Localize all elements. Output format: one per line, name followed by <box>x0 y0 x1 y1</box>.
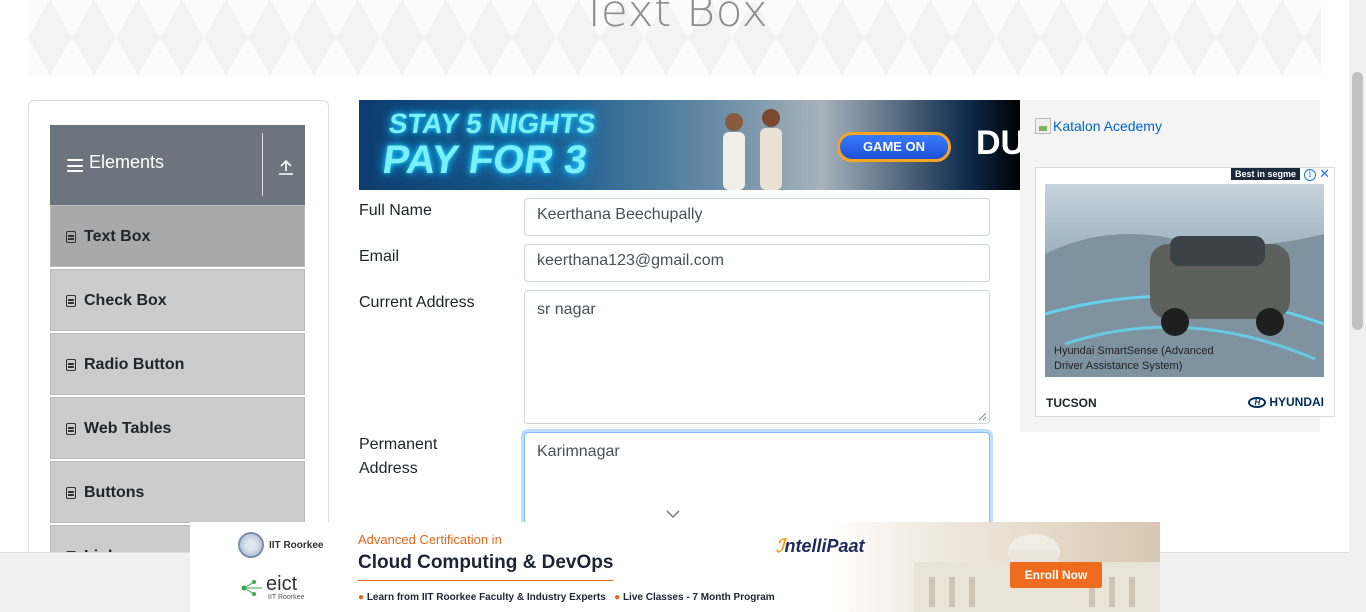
sidebar-item-label: Buttons <box>84 484 145 501</box>
permanent-address-label-line1: Permanent <box>359 436 438 453</box>
list-icon <box>66 487 76 499</box>
page: Text Box Elements Text Box Check Box Rad… <box>0 0 1366 612</box>
katalon-link-text: Katalon Acedemy <box>1053 118 1162 134</box>
full-name-input[interactable]: Keerthana Beechupally <box>524 198 990 236</box>
iit-seal-icon <box>238 532 264 558</box>
sidebar-item-buttons[interactable]: Buttons <box>50 461 305 523</box>
hyundai-logo-icon: H <box>1248 396 1267 408</box>
hamburger-icon <box>67 159 83 172</box>
game-on-button[interactable]: GAME ON <box>837 132 951 162</box>
sidebar-item-web-tables[interactable]: Web Tables <box>50 397 305 459</box>
permanent-address-label: Permanent Address <box>359 433 437 481</box>
bullet-dot-icon: ● <box>614 592 621 603</box>
bullet-dot-icon: ● <box>358 592 365 603</box>
current-address-label: Current Address <box>359 294 475 311</box>
org1-name: IIT Roorkee <box>269 539 324 551</box>
ad-people-image <box>723 109 782 190</box>
intellipaat-logo: ℐntelliPaat <box>776 536 865 557</box>
ad-headline-2: PAY FOR 3 <box>379 138 590 182</box>
ad-bullets: ● Learn from IIT Roorkee Faculty & Indus… <box>358 592 775 603</box>
list-icon <box>66 231 76 243</box>
enroll-now-button[interactable]: Enroll Now <box>1010 562 1102 588</box>
ad-model-name: TUCSON <box>1046 396 1097 410</box>
katalon-academy-link[interactable]: Katalon Acedemy <box>1035 118 1162 134</box>
broken-image-icon <box>1035 118 1051 134</box>
scrollbar-thumb[interactable] <box>1352 72 1363 330</box>
sidebar-item-text-box[interactable]: Text Box <box>50 205 305 267</box>
intellipaat-brand: ntelliPaat <box>784 536 865 556</box>
collapse-up-icon[interactable] <box>277 158 295 176</box>
chevron-down-icon[interactable] <box>666 509 680 519</box>
eict-logo: eict IIT Roorkee <box>240 574 304 601</box>
iit-roorkee-logo: IIT Roorkee <box>238 532 323 558</box>
bottom-ad-banner[interactable]: IIT Roorkee eict IIT Roorkee Advanced Ce… <box>190 522 1160 612</box>
sidebar-item-check-box[interactable]: Check Box <box>50 269 305 331</box>
list-icon <box>66 359 76 371</box>
permanent-address-value: Karimnagar <box>537 443 620 460</box>
current-address-value: sr nagar <box>537 301 596 318</box>
page-title: Text Box <box>580 0 769 37</box>
top-ad-banner[interactable]: STAY 5 NIGHTS PAY FOR 3 GAME ON DU <box>359 100 1020 190</box>
list-icon <box>66 295 76 307</box>
ad-subheadline: Advanced Certification in <box>358 532 502 547</box>
sidebar-menu: Text Box Check Box Radio Button Web Tabl… <box>50 205 305 559</box>
list-icon <box>66 423 76 435</box>
page-scrollbar[interactable] <box>1349 0 1366 612</box>
org2-subtitle: IIT Roorkee <box>268 594 305 601</box>
sidebar: Elements Text Box Check Box Radio Button… <box>28 100 329 560</box>
page-banner: Text Box <box>28 0 1321 76</box>
sidebar-item-label: Radio Button <box>84 356 185 373</box>
email-input[interactable]: keerthana123@gmail.com <box>524 244 990 282</box>
ad-bullet-2: Live Classes - 7 Month Program <box>622 592 775 603</box>
sidebar-item-label: Check Box <box>84 292 167 309</box>
divider <box>262 133 263 196</box>
org2-name: eict <box>266 573 298 595</box>
ad-info-icon[interactable]: i <box>1304 169 1316 181</box>
ad-close-icon[interactable]: ✕ <box>1319 168 1330 182</box>
ad-headline: Cloud Computing & DevOps <box>358 552 614 581</box>
ad-brand-logo: H HYUNDAI <box>1248 395 1324 409</box>
eict-network-icon <box>241 580 262 596</box>
email-label: Email <box>359 248 400 265</box>
group-title: Elements <box>89 152 165 172</box>
elements-group-header[interactable]: Elements <box>50 125 305 205</box>
sidebar-item-label: Web Tables <box>84 420 172 437</box>
ad-brand: DU <box>976 124 1020 162</box>
building-illustration-icon <box>914 534 1160 612</box>
sidebar-item-radio-button[interactable]: Radio Button <box>50 333 305 395</box>
ad-brand-name: HYUNDAI <box>1269 395 1324 409</box>
hyundai-ad[interactable]: Hyundai SmartSense (Advanced Driver Assi… <box>1035 167 1335 417</box>
ad-headline-1: STAY 5 NIGHTS <box>386 108 598 139</box>
resize-handle-icon[interactable] <box>978 412 987 421</box>
permanent-address-label-line2: Address <box>359 460 418 477</box>
ad-building-image <box>834 522 1160 612</box>
sidebar-item-label: Text Box <box>84 228 151 245</box>
ad-caption: Hyundai SmartSense (Advanced Driver Assi… <box>1054 345 1214 372</box>
ad-badge: Best in segme <box>1230 168 1300 180</box>
full-name-label: Full Name <box>359 202 432 219</box>
current-address-textarea[interactable]: sr nagar <box>524 290 990 424</box>
ad-bullet-1: Learn from IIT Roorkee Faculty & Industr… <box>366 592 606 603</box>
